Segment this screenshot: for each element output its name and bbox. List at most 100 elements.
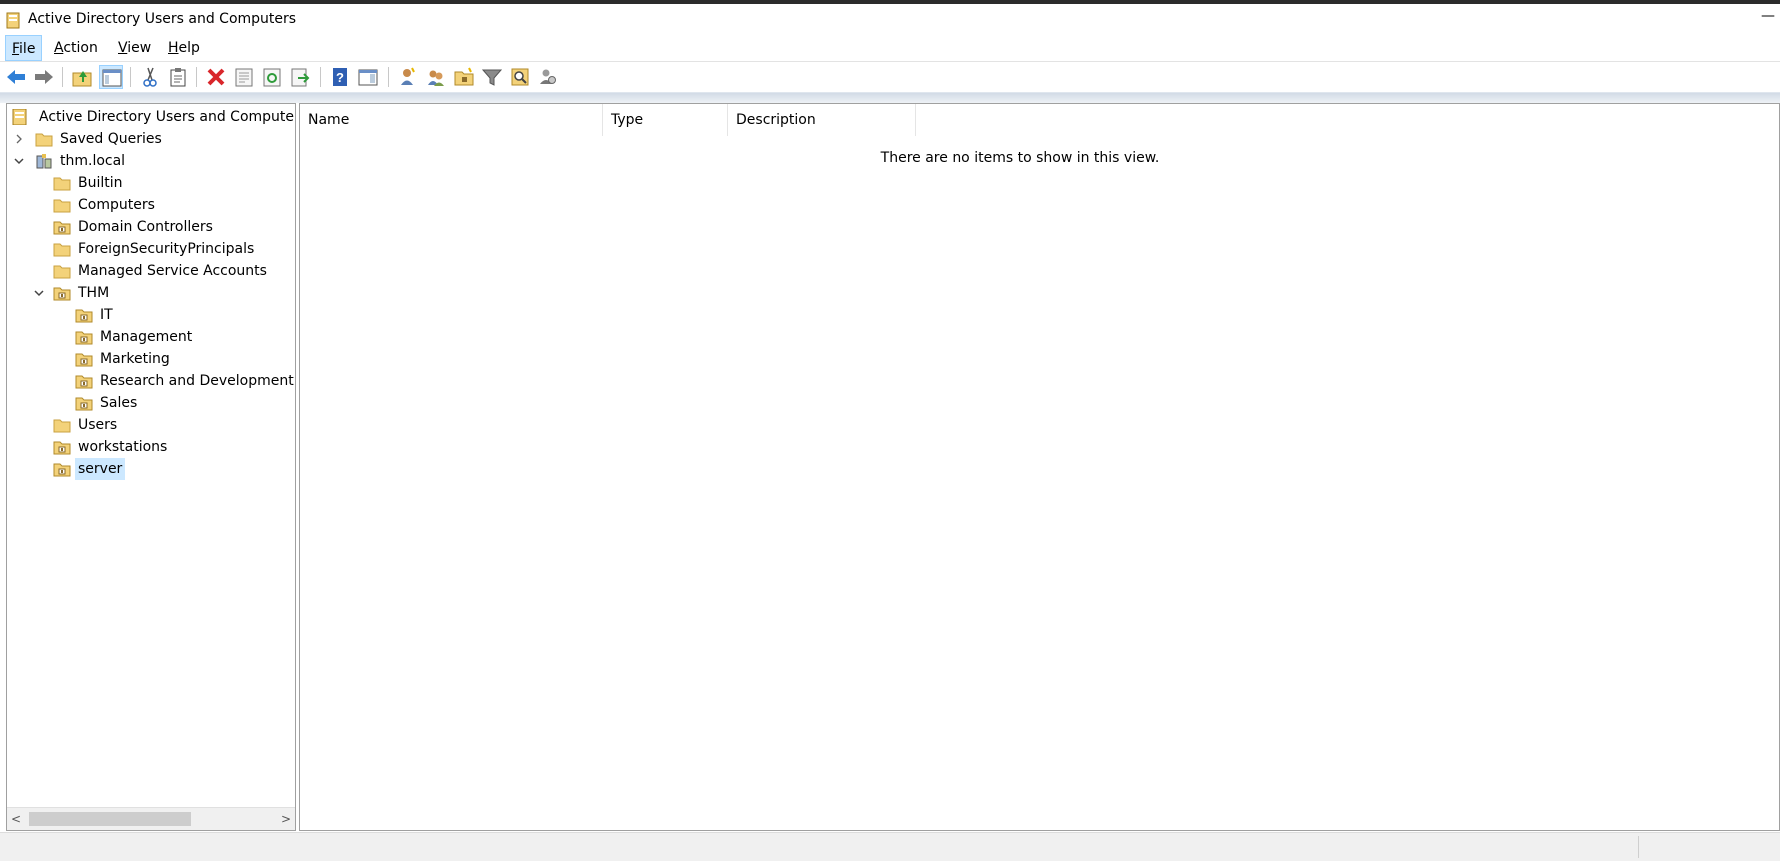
ou-folder-icon	[75, 309, 93, 323]
create-ou-icon	[454, 67, 474, 86]
column-header-name[interactable]: Name	[300, 104, 603, 136]
tree-label: Research and Development	[100, 373, 294, 389]
menu-help[interactable]: Help	[162, 35, 206, 61]
help-button[interactable]: ?	[328, 65, 352, 89]
menu-help-accel: H	[168, 40, 179, 56]
pane-header-band	[0, 93, 1780, 103]
console-tree-toggle[interactable]	[99, 65, 123, 89]
menu-action-accel: A	[54, 40, 64, 56]
add-to-group-icon	[540, 69, 556, 84]
paste-button[interactable]	[166, 65, 190, 89]
toolbar-separator	[196, 67, 197, 87]
folder-icon	[53, 177, 71, 191]
refresh-icon	[263, 68, 281, 87]
tree-label: ForeignSecurityPrincipals	[78, 241, 255, 257]
tree-label: thm.local	[60, 153, 126, 169]
tree-label: IT	[100, 307, 113, 323]
folder-icon	[53, 419, 71, 433]
create-user-icon	[401, 67, 415, 85]
export-list-icon	[291, 68, 310, 87]
tree-label: Sales	[100, 395, 138, 411]
forward-button[interactable]	[32, 65, 56, 89]
tree-horizontal-scrollbar[interactable]: < >	[7, 807, 295, 830]
ou-folder-icon	[53, 441, 71, 455]
action-pane-button[interactable]	[356, 65, 380, 89]
ou-folder-icon	[53, 221, 71, 235]
properties-icon	[235, 68, 253, 87]
chevron-right-icon[interactable]	[13, 128, 25, 150]
chevron-down-icon[interactable]	[13, 150, 25, 172]
filter-icon	[481, 69, 503, 86]
scroll-right-icon[interactable]: >	[277, 808, 295, 830]
create-group-button[interactable]	[424, 65, 448, 89]
folder-icon	[53, 243, 71, 257]
ou-folder-icon	[75, 331, 93, 345]
chevron-down-icon[interactable]	[33, 282, 45, 304]
empty-view-message: There are no items to show in this view.	[880, 150, 1160, 166]
column-header-type[interactable]: Type	[603, 104, 728, 136]
delete-icon	[207, 68, 225, 86]
toolbar-separator	[388, 67, 389, 87]
tree-label: Managed Service Accounts	[78, 263, 267, 279]
up-one-level-icon	[72, 71, 92, 87]
folder-icon	[53, 265, 71, 279]
show-hide-console-tree-icon	[102, 69, 122, 87]
refresh-button[interactable]	[260, 65, 284, 89]
scroll-thumb[interactable]	[29, 812, 191, 826]
back-arrow-icon	[7, 70, 25, 84]
add-to-group-button[interactable]	[536, 65, 560, 89]
ad-console-icon	[12, 109, 27, 125]
menu-view-accel: V	[118, 40, 128, 56]
create-user-button[interactable]	[396, 65, 420, 89]
menu-help-label: elp	[178, 40, 200, 56]
toolbar-separator	[320, 67, 321, 87]
filter-button[interactable]	[480, 65, 504, 89]
toolbar-separator	[130, 67, 131, 87]
menu-file-label: ile	[19, 41, 36, 57]
delete-button[interactable]	[204, 65, 228, 89]
cut-button[interactable]	[138, 65, 162, 89]
details-list-view: Name Type Description There are no items…	[299, 103, 1780, 831]
show-action-pane-icon	[358, 69, 378, 86]
create-group-icon	[428, 70, 444, 86]
ad-console-icon	[6, 12, 20, 29]
paste-icon	[170, 68, 186, 87]
status-bar-divider	[1638, 836, 1639, 858]
minimize-button[interactable]: —	[1758, 7, 1778, 27]
find-icon	[511, 68, 529, 86]
ou-folder-icon	[75, 375, 93, 389]
find-button[interactable]	[508, 65, 532, 89]
export-list-button[interactable]	[288, 65, 312, 89]
menu-file[interactable]: File	[5, 35, 43, 61]
tree-label: Saved Queries	[60, 131, 162, 147]
tree-label: THM	[78, 285, 110, 301]
tree-label: Domain Controllers	[78, 219, 213, 235]
forward-arrow-icon	[35, 70, 53, 84]
domain-icon	[36, 154, 52, 169]
menu-view[interactable]: View	[112, 35, 157, 61]
tree-label-selected: server	[75, 458, 126, 480]
column-header-description[interactable]: Description	[728, 104, 916, 136]
back-button[interactable]	[4, 65, 28, 89]
create-ou-button[interactable]	[452, 65, 476, 89]
status-bar	[0, 832, 1780, 861]
menu-bar: File Action View Help	[0, 35, 1780, 62]
menu-view-label: iew	[127, 40, 152, 56]
tree-label: Computers	[78, 197, 155, 213]
title-bar: Active Directory Users and Computers —	[0, 4, 1780, 35]
folder-icon	[53, 199, 71, 213]
tree-label: Users	[78, 417, 118, 433]
window-title: Active Directory Users and Computers	[28, 11, 297, 27]
ou-folder-icon	[53, 463, 71, 477]
console-tree: Active Directory Users and Computers [ S…	[6, 103, 296, 831]
menu-action[interactable]: Action	[48, 35, 104, 61]
help-icon: ?	[333, 68, 347, 86]
menu-file-accel: F	[12, 41, 20, 57]
scroll-left-icon[interactable]: <	[7, 808, 25, 830]
ou-folder-icon	[75, 353, 93, 367]
toolbar-separator	[62, 67, 63, 87]
up-level-button[interactable]	[70, 65, 94, 89]
cut-icon	[143, 67, 157, 87]
properties-button[interactable]	[232, 65, 256, 89]
tree-label: workstations	[78, 439, 168, 455]
